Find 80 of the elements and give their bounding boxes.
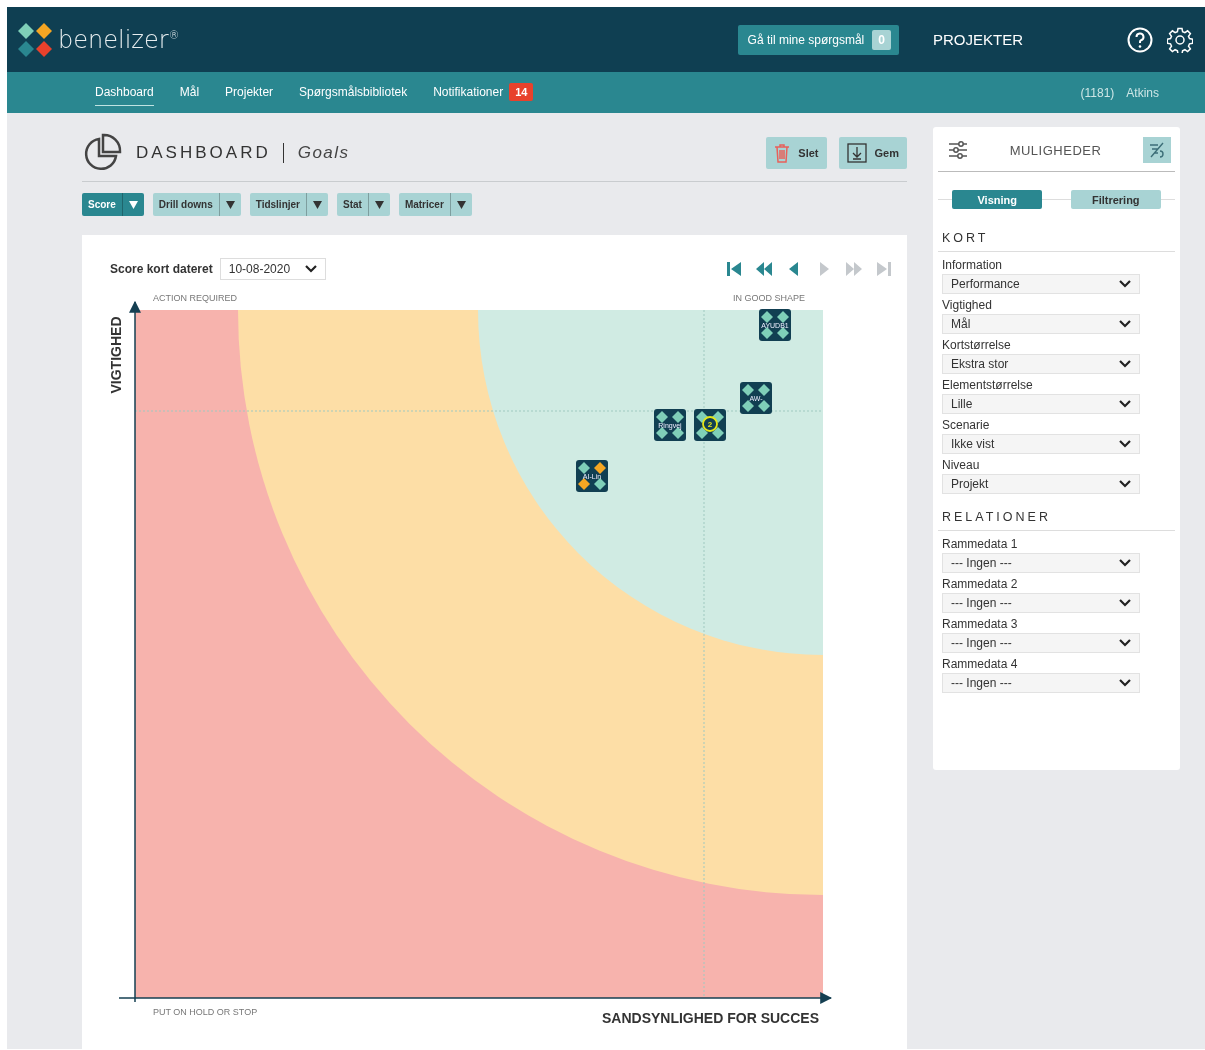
nav-link[interactable]: Projekter (225, 79, 274, 106)
my-questions-button[interactable]: Gå til mine spørgsmål 0 (737, 24, 899, 55)
option-select[interactable]: Mål (942, 314, 1140, 334)
chevron-down-icon (1119, 280, 1131, 288)
chevron-down-icon (1119, 360, 1131, 368)
caret-icon (456, 200, 466, 209)
option-select[interactable]: Lille (942, 394, 1140, 414)
option-select[interactable]: --- Ingen --- (942, 673, 1140, 693)
settings-icon[interactable] (1167, 26, 1193, 53)
filter-dropdown-button[interactable]: Tidslinjer (249, 193, 328, 216)
chevron-down-icon (1119, 639, 1131, 647)
field-label: Rammedata 1 (942, 537, 1019, 551)
pie-chart-icon (82, 133, 122, 173)
filter-dropdown-button[interactable]: Score (82, 193, 144, 216)
chevron-down-icon (1119, 320, 1131, 328)
panel-tab[interactable]: Filtrering (1070, 190, 1161, 209)
chevron-down-icon (1119, 400, 1131, 408)
quadrant-label: IN GOOD SHAPE (733, 293, 805, 303)
option-select[interactable]: Ikke vist (942, 434, 1140, 454)
quadrant-label: PUT ON HOLD OR STOP (153, 1007, 258, 1017)
save-button[interactable]: Gem (838, 137, 907, 169)
chevron-down-icon (1119, 679, 1131, 687)
chevron-down-icon (1119, 440, 1131, 448)
caret-icon (128, 200, 138, 209)
option-select[interactable]: --- Ingen --- (942, 593, 1140, 613)
option-select[interactable]: Projekt (942, 474, 1140, 494)
rewind-page-icon[interactable] (755, 260, 773, 278)
nav-link[interactable]: Spørgsmålsbibliotek (299, 79, 408, 106)
filter-dropdown-button[interactable]: Stat (337, 193, 390, 216)
user-id: (1181) (1080, 85, 1115, 100)
count-badge: 0 (872, 29, 891, 50)
sliders-icon[interactable] (948, 140, 968, 160)
nav-link[interactable]: Dashboard (95, 79, 154, 106)
quadrant-label: ACTION REQUIRED (153, 293, 237, 303)
panel-title: MULIGHEDER (1009, 142, 1102, 158)
filter-dropdown-button[interactable]: Matricer (398, 193, 472, 216)
field-label: Rammedata 2 (942, 577, 1019, 591)
section-heading: RELATIONER (938, 502, 1175, 531)
field-label: Vigtighed (942, 298, 993, 312)
x-axis-label: SANDSYNLIGHED FOR SUCCES (601, 1010, 819, 1026)
date-select[interactable]: 10-08-2020 (219, 258, 326, 280)
panel-tab[interactable]: Visning (952, 190, 1043, 209)
field-label: Rammedata 4 (942, 657, 1019, 671)
chevron-down-icon (1119, 559, 1131, 567)
date-label: Score kort dateret (110, 262, 213, 276)
field-label: Scenarie (942, 418, 991, 432)
help-icon[interactable] (1127, 26, 1153, 53)
chevron-down-icon (1119, 599, 1131, 607)
nav-link[interactable]: Mål (179, 79, 200, 106)
field-label: Kortstørrelse (942, 338, 1012, 352)
filter-off-button[interactable] (1143, 137, 1171, 163)
field-label: Niveau (942, 458, 981, 472)
logo-icon (17, 21, 53, 58)
chevron-down-icon (304, 265, 317, 273)
project-marker[interactable]: 2 (694, 409, 726, 441)
section-title: PROJEKTER (933, 31, 1023, 48)
logo-text: benelizer$^{®}$ (58, 25, 180, 54)
notification-badge: 14 (509, 83, 534, 101)
field-label: Rammedata 3 (942, 617, 1019, 631)
y-axis-label: VIGTIGHED (108, 316, 124, 394)
option-select[interactable]: Ekstra stor (942, 354, 1140, 374)
filter-dropdown-button[interactable]: Drill downs (152, 193, 241, 216)
field-label: Elementstørrelse (942, 378, 1034, 392)
chevron-down-icon (1119, 480, 1131, 488)
page-subtitle: Goals (297, 143, 350, 163)
field-label: Information (942, 258, 1004, 272)
caret-icon (313, 200, 322, 209)
caret-icon (225, 200, 235, 209)
nav-link[interactable]: Notifikationer 14 (433, 79, 534, 106)
option-select[interactable]: --- Ingen --- (942, 633, 1140, 653)
delete-button[interactable]: Slet (766, 137, 827, 169)
caret-icon (374, 200, 384, 209)
trash-icon (774, 143, 791, 163)
section-heading: KORT (938, 223, 1175, 252)
option-select[interactable]: Performance (942, 274, 1140, 294)
filter-off-icon (1148, 141, 1166, 159)
page-title: DASHBOARD (136, 143, 284, 163)
download-icon (846, 143, 867, 163)
first-page-icon[interactable] (725, 260, 743, 278)
option-select[interactable]: --- Ingen --- (942, 553, 1140, 573)
